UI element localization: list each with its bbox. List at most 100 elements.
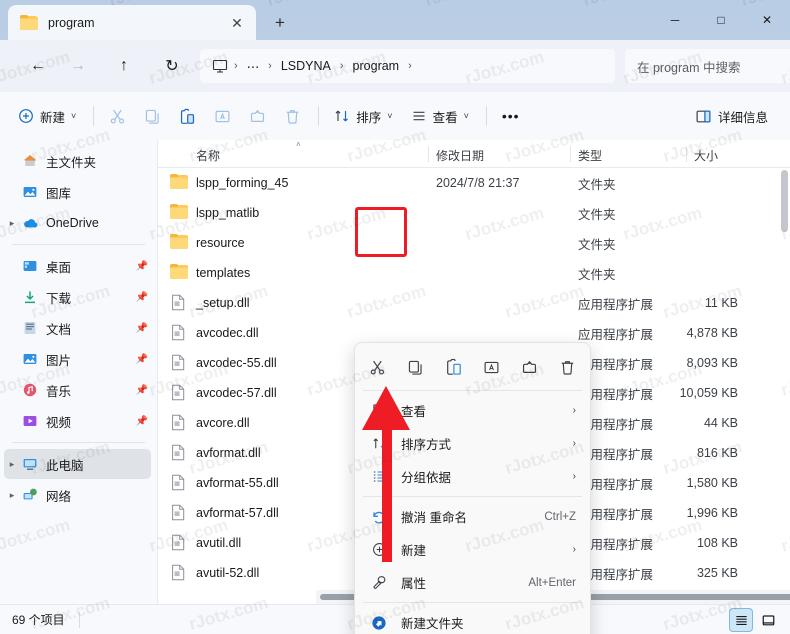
file-name: avcore.dll (196, 416, 250, 430)
pin-icon[interactable]: 📌 (133, 416, 151, 427)
address-bar: ← → ↑ ↻ › ⋯ › LSDYNA › program › 在 progr… (0, 40, 790, 92)
file-name: lspp_matlib (196, 206, 260, 220)
column-header-name[interactable]: 名称 (196, 147, 220, 164)
context-menu-item[interactable]: 查看 › (359, 394, 586, 427)
sidebar-item-downloads[interactable]: 下载 📌 (4, 282, 151, 312)
keyboard-shortcut: Alt+Enter (528, 576, 576, 589)
pin-icon[interactable]: 📌 (133, 323, 151, 334)
more-options-button[interactable]: ••• (494, 100, 528, 132)
chevron-right-icon[interactable]: ▸ (4, 218, 20, 229)
rename-icon-button[interactable] (472, 350, 510, 384)
minimize-icon[interactable]: ─ (652, 0, 698, 40)
context-menu-item[interactable]: 新建 › (359, 533, 586, 566)
sidebar-item-label: 文档 (46, 322, 72, 337)
file-size: 4,878 KB (686, 326, 738, 340)
details-pane-button[interactable]: 详细信息 (687, 100, 776, 132)
vertical-scrollbar[interactable] (781, 170, 788, 590)
search-input[interactable]: 在 program 中搜索 (625, 49, 790, 83)
context-menu-item[interactable]: 属性 Alt+Enter (359, 566, 586, 599)
paste-icon-button[interactable] (435, 350, 473, 384)
sort-icon (335, 110, 349, 122)
details-view-toggle[interactable] (729, 608, 753, 632)
column-header-date[interactable]: 修改日期 (436, 147, 484, 164)
sidebar-item-label: 主文件夹 (46, 155, 97, 170)
sidebar-item-documents[interactable]: 文档 📌 (4, 313, 151, 343)
refresh-icon[interactable]: ↻ (156, 50, 188, 82)
breadcrumb[interactable]: › ⋯ › LSDYNA › program › (200, 49, 615, 83)
delete-icon-button[interactable] (548, 350, 586, 384)
sidebar-item-pictures[interactable]: 图片 📌 (4, 344, 151, 374)
details-pane-label: 详细信息 (717, 110, 768, 125)
share-icon (522, 360, 536, 373)
file-size: 816 KB (696, 446, 738, 460)
column-header-type[interactable]: 类型 (578, 147, 602, 164)
pin-icon[interactable]: 📌 (133, 385, 151, 396)
chevron-right-icon: › (572, 471, 576, 482)
dll-file-icon (172, 534, 185, 551)
new-tab-icon[interactable]: + (266, 9, 294, 35)
pin-icon[interactable]: 📌 (133, 354, 151, 365)
paste-button[interactable] (171, 100, 204, 132)
search-placeholder: 在 program 中搜索 (637, 60, 741, 75)
view-button[interactable]: 查看 ˅ (403, 100, 477, 132)
up-icon[interactable]: ↑ (108, 50, 140, 82)
context-menu-item[interactable]: 分组依据 › (359, 460, 586, 493)
chevron-right-icon[interactable]: ▸ (4, 490, 20, 501)
share-icon-button[interactable] (510, 350, 548, 384)
table-row[interactable]: lspp_matlib 文件夹 (158, 198, 790, 228)
sidebar-item-label: 视频 (46, 415, 72, 430)
sort-button[interactable]: 排序 ˅ (326, 100, 400, 132)
sidebar-item-gallery[interactable]: 图库 (4, 177, 151, 207)
table-row[interactable]: _setup.dll 应用程序扩展 11 KB (158, 288, 790, 318)
sidebar-item-home[interactable]: 主文件夹 (4, 146, 151, 176)
sidebar-item-this-pc[interactable]: ▸ 此电脑 (4, 449, 151, 479)
sidebar-item-music[interactable]: 音乐 📌 (4, 375, 151, 405)
column-header-size[interactable]: 大小 (694, 147, 718, 164)
column-divider[interactable] (686, 146, 687, 162)
window-controls: ─ □ ✕ (652, 0, 790, 40)
back-icon[interactable]: ← (22, 50, 54, 82)
scrollbar-thumb[interactable] (781, 170, 788, 232)
file-name: avcodec.dll (196, 326, 259, 340)
dll-file-icon (172, 414, 185, 431)
column-divider[interactable] (570, 146, 571, 162)
breadcrumb-item-lsdyna[interactable]: LSDYNA (274, 56, 338, 76)
chevron-right-icon[interactable]: ▸ (4, 459, 20, 470)
properties-icon (367, 575, 391, 590)
close-tab-icon[interactable]: ✕ (224, 10, 250, 36)
table-row[interactable]: resource 文件夹 (158, 228, 790, 258)
chevron-down-icon: ˅ (463, 111, 469, 121)
breadcrumb-item-program[interactable]: program (346, 56, 407, 76)
browser-tab-program[interactable]: program ✕ (8, 5, 256, 40)
table-row[interactable]: templates 文件夹 (158, 258, 790, 288)
copy-icon-button[interactable] (397, 350, 435, 384)
pin-icon[interactable]: 📌 (133, 261, 151, 272)
breadcrumb-overflow[interactable]: ⋯ (240, 56, 267, 77)
close-window-icon[interactable]: ✕ (744, 0, 790, 40)
item-count-label: 69 个项目 (12, 613, 65, 627)
sidebar-item-onedrive[interactable]: ▸ OneDrive (4, 208, 151, 238)
breadcrumb-separator: › (268, 60, 272, 72)
this-pc-icon[interactable] (208, 58, 232, 74)
context-menu-item-label: 新建文件夹 (401, 617, 464, 631)
maximize-icon[interactable]: □ (698, 0, 744, 40)
file-name: lspp_forming_45 (196, 176, 289, 190)
sidebar-item-desktop[interactable]: 桌面 📌 (4, 251, 151, 281)
pin-icon[interactable]: 📌 (133, 292, 151, 303)
context-menu-item[interactable]: 新建文件夹 (359, 606, 586, 634)
file-size: 325 KB (696, 566, 738, 580)
context-menu-item[interactable]: 排序方式 › (359, 427, 586, 460)
file-explorer-window: program ✕ + ─ □ ✕ ← → ↑ ↻ › ⋯ › LSDYNA ›… (0, 0, 790, 634)
sidebar-item-network[interactable]: ▸ 网络 (4, 480, 151, 510)
sidebar-item-videos[interactable]: 视频 📌 (4, 406, 151, 436)
table-row[interactable]: lspp_forming_45 2024/7/8 21:37 文件夹 (158, 168, 790, 198)
context-menu-item-label: 查看 (401, 405, 427, 419)
new-button[interactable]: 新建 ˅ (10, 100, 84, 132)
dll-file-icon (172, 384, 185, 401)
cut-icon-button[interactable] (359, 350, 397, 384)
context-menu-item[interactable]: 撤消 重命名 Ctrl+Z (359, 500, 586, 533)
dll-file-icon (170, 534, 188, 551)
context-menu-item-label: 撤消 重命名 (401, 511, 467, 525)
column-divider[interactable] (428, 146, 429, 162)
large-icons-view-toggle[interactable] (756, 608, 780, 632)
